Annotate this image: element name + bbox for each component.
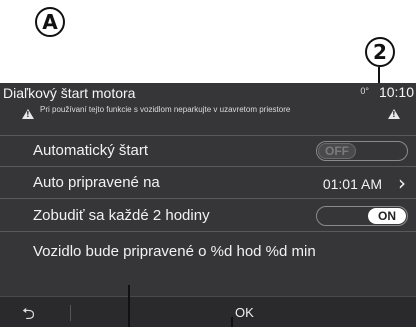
callout-leader-line xyxy=(128,285,130,327)
ok-button-label: OK xyxy=(235,305,254,320)
back-arrow-icon: ⮌ xyxy=(22,304,35,323)
toggle-state: ON xyxy=(368,208,406,224)
warning-icon xyxy=(388,109,400,119)
auto-start-toggle[interactable]: OFF xyxy=(316,141,408,161)
ready-info-text: Vozidlo bude pripravené o %d hod %d min xyxy=(33,243,316,260)
auto-start-row[interactable]: Automatický štart OFF xyxy=(0,135,416,167)
screen-title: Diaľkový štart motora xyxy=(3,85,136,101)
callout-2: 2 xyxy=(365,37,395,67)
infotainment-screen: Diaľkový štart motora 0° 10:10 Pri použí… xyxy=(0,83,416,327)
wake-up-row[interactable]: Zobudiť sa každé 2 hodiny ON xyxy=(0,201,416,232)
outside-temperature: 0° xyxy=(360,86,369,96)
ready-info-row: Vozidlo bude pripravené o %d hod %d min xyxy=(0,234,416,274)
back-button[interactable]: ⮌ xyxy=(0,297,70,327)
auto-start-label: Automatický štart xyxy=(33,142,149,159)
warning-notice: Pri používaní tejto funkcie s vozidlom n… xyxy=(0,103,416,125)
divider xyxy=(70,305,71,321)
ready-time-row[interactable]: Auto pripravené na 01:01 AM › xyxy=(0,168,416,199)
bottom-bar: ⮌ OK xyxy=(0,296,416,327)
clock: 10:10 xyxy=(378,84,414,100)
warning-text: Pri používaní tejto funkcie s vozidlom n… xyxy=(40,105,291,114)
toggle-state: OFF xyxy=(318,143,356,159)
title-bar: Diaľkový štart motora 0° 10:10 xyxy=(0,83,416,103)
chevron-right-icon: › xyxy=(398,171,406,195)
warning-icon xyxy=(22,109,34,119)
ok-button[interactable]: OK xyxy=(160,297,310,327)
callout-leader-line xyxy=(231,317,233,327)
ready-time-label: Auto pripravené na xyxy=(33,174,160,191)
ready-time-value: 01:01 AM xyxy=(322,176,382,192)
wake-up-toggle[interactable]: ON xyxy=(316,206,408,226)
callout-a: A xyxy=(35,7,65,37)
wake-up-label: Zobudiť sa každé 2 hodiny xyxy=(33,207,210,224)
